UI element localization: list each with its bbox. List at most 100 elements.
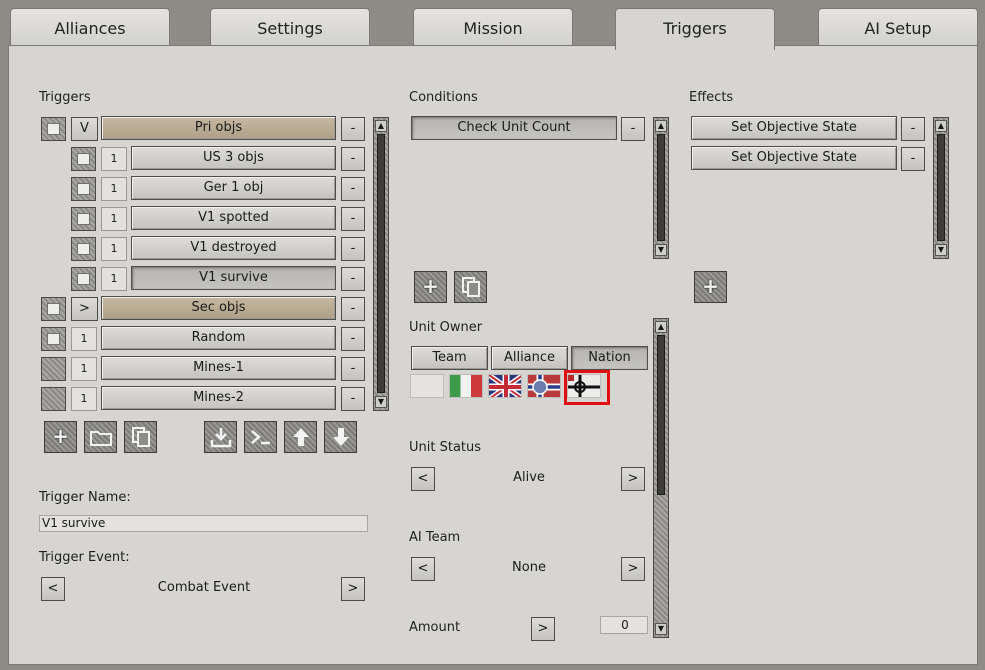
copy-condition-icon[interactable] [454,271,487,303]
owner-tab-alliance[interactable]: Alliance [491,346,568,370]
unit-status-prev-button[interactable]: < [411,467,435,491]
add-icon[interactable]: + [44,421,77,453]
unit-status-next-button[interactable]: > [621,467,645,491]
trigger-remove-button[interactable]: - [341,267,365,291]
ai-team-label: AI Team [409,530,461,545]
trigger-event-value: Combat Event [157,580,251,595]
neutral-flag[interactable] [410,374,444,398]
conditions-scrollbar[interactable]: ▲ ▼ [653,117,669,259]
trigger-checkbox[interactable] [41,117,66,141]
trigger-remove-button[interactable]: - [341,327,365,351]
trigger-count: 1 [71,357,97,381]
trigger-checkbox[interactable] [71,207,96,231]
norway-flag[interactable] [527,374,561,398]
trigger-item[interactable]: V1 destroyed [131,236,336,260]
triggers-scrollbar[interactable]: ▲ ▼ [373,117,389,411]
scroll-thumb[interactable] [657,134,665,241]
tab-ai-setup[interactable]: AI Setup [818,8,978,46]
trigger-count: 1 [71,387,97,411]
trigger-name-input[interactable]: V1 survive [39,515,368,532]
tab-alliances[interactable]: Alliances [10,8,170,46]
trigger-checkbox-disabled[interactable] [41,387,66,411]
trigger-item[interactable]: Sec objs [101,296,336,320]
tab-settings[interactable]: Settings [210,8,370,46]
scroll-up-icon[interactable]: ▲ [655,120,667,132]
trigger-checkbox[interactable] [71,177,96,201]
scroll-down-icon[interactable]: ▼ [655,244,667,256]
scroll-down-icon[interactable]: ▼ [655,623,667,635]
trigger-count: 1 [101,267,127,291]
effect-remove-button[interactable]: - [901,117,925,141]
trigger-remove-button[interactable]: - [341,357,365,381]
scroll-down-icon[interactable]: ▼ [935,244,947,256]
trigger-checkbox[interactable] [71,267,96,291]
trigger-event-label: Trigger Event: [39,550,130,565]
conditions-heading: Conditions [409,90,478,105]
trigger-count: 1 [101,237,127,261]
uk-flag[interactable] [488,374,522,398]
scroll-up-icon[interactable]: ▲ [655,321,667,333]
scroll-thumb[interactable] [937,134,945,241]
italy-flag[interactable] [449,374,483,398]
trigger-event-next-button[interactable]: > [341,577,365,601]
trigger-remove-button[interactable]: - [341,237,365,261]
amount-label: Amount [409,620,461,635]
unit-status-value: Alive [513,470,545,485]
trigger-item[interactable]: Mines-2 [101,386,336,410]
owner-tab-team[interactable]: Team [411,346,488,370]
tab-triggers[interactable]: Triggers [615,8,775,50]
owner-tab-nation[interactable]: Nation [571,346,648,370]
condition-details-scrollbar[interactable]: ▲ ▼ [653,318,669,638]
copy-icon[interactable] [124,421,157,453]
trigger-checkbox[interactable] [41,327,66,351]
trigger-item[interactable]: Mines-1 [101,356,336,380]
effect-item[interactable]: Set Objective State [691,116,897,140]
selected-flag-highlight [564,370,610,405]
console-icon[interactable] [244,421,277,453]
trigger-item[interactable]: Pri objs [101,116,336,140]
unit-owner-label: Unit Owner [409,320,483,335]
trigger-remove-button[interactable]: - [341,147,365,171]
add-condition-icon[interactable]: + [414,271,447,303]
trigger-checkbox-disabled[interactable] [41,357,66,381]
scroll-down-icon[interactable]: ▼ [375,396,387,408]
scroll-thumb[interactable] [657,335,665,495]
trigger-checkbox[interactable] [71,147,96,171]
add-effect-icon[interactable]: + [694,271,727,303]
trigger-item[interactable]: Random [101,326,336,350]
trigger-remove-button[interactable]: - [341,207,365,231]
trigger-item-selected[interactable]: V1 survive [131,266,336,290]
scroll-up-icon[interactable]: ▲ [935,120,947,132]
trigger-expand-toggle[interactable]: > [71,297,98,321]
trigger-remove-button[interactable]: - [341,387,365,411]
trigger-event-prev-button[interactable]: < [41,577,65,601]
trigger-remove-button[interactable]: - [341,177,365,201]
trigger-item[interactable]: US 3 objs [131,146,336,170]
trigger-count: 1 [101,147,127,171]
scroll-thumb[interactable] [377,134,385,393]
folder-icon[interactable] [84,421,117,453]
scroll-up-icon[interactable]: ▲ [375,120,387,132]
condition-remove-button[interactable]: - [621,117,645,141]
trigger-remove-button[interactable]: - [341,297,365,321]
trigger-remove-button[interactable]: - [341,117,365,141]
amount-next-button[interactable]: > [531,617,555,641]
trigger-checkbox[interactable] [71,237,96,261]
trigger-expand-toggle[interactable]: V [71,117,98,141]
effect-remove-button[interactable]: - [901,147,925,171]
arrow-up-icon[interactable] [284,421,317,453]
effects-scrollbar[interactable]: ▲ ▼ [933,117,949,259]
ai-team-value: None [512,560,546,575]
tab-mission[interactable]: Mission [413,8,573,46]
trigger-item[interactable]: V1 spotted [131,206,336,230]
condition-item[interactable]: Check Unit Count [411,116,617,140]
effects-heading: Effects [689,90,734,105]
effect-item[interactable]: Set Objective State [691,146,897,170]
import-icon[interactable] [204,421,237,453]
ai-team-next-button[interactable]: > [621,557,645,581]
ai-team-prev-button[interactable]: < [411,557,435,581]
amount-input[interactable]: 0 [600,616,648,634]
trigger-checkbox[interactable] [41,297,66,321]
trigger-item[interactable]: Ger 1 obj [131,176,336,200]
arrow-down-icon[interactable] [324,421,357,453]
